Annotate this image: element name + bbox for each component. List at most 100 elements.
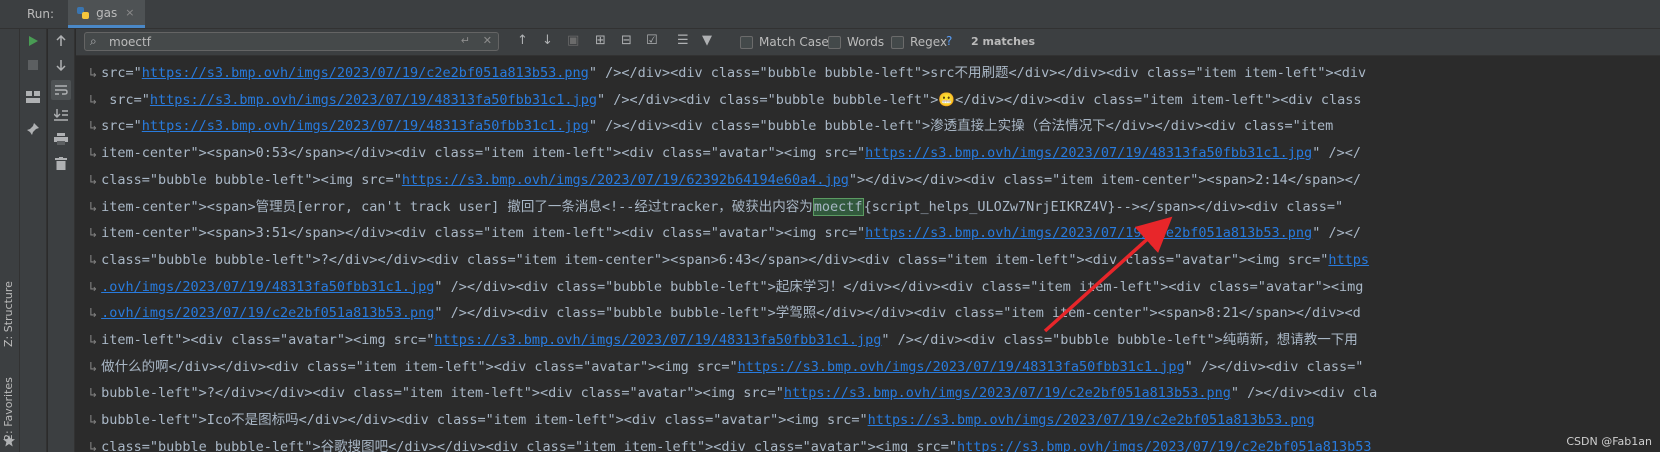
- soft-wrap-button[interactable]: [51, 80, 71, 100]
- url-link[interactable]: https://s3.bmp.ovh/imgs/2023/07/19/48313…: [865, 145, 1312, 161]
- print-button[interactable]: [51, 129, 71, 149]
- scroll-end-icon: [54, 109, 68, 121]
- url-link[interactable]: https://s3.bmp.ovh/imgs/2023/07/19/c2e2b…: [784, 385, 1231, 401]
- console-line: ↳ 做什么的啊</div></div><div class="item item-…: [89, 355, 1363, 380]
- code-text: item-center"><span>3:51</span></div><div…: [101, 225, 866, 242]
- url-link[interactable]: https://s3.bmp.ovh/imgs/2023/07/19/62392…: [402, 172, 849, 188]
- soft-wrap-marker-icon: ↳: [89, 91, 98, 108]
- run-toolbar: [20, 29, 47, 452]
- console-line: ↳ src="https://s3.bmp.ovh/imgs/2023/07/19…: [89, 61, 1366, 86]
- code-text: " /></div><div class="bubble bubble-left…: [588, 65, 1367, 81]
- soft-wrap-marker-icon: ↳: [89, 225, 98, 242]
- console-line: ↳ class="bubble bubble-left">?</div></div…: [89, 248, 1369, 273]
- code-text: " /></: [1312, 225, 1361, 242]
- tab-label: gas: [96, 5, 118, 20]
- remove-occurrence-icon[interactable]: ⊟: [621, 33, 632, 48]
- code-text: item-center"><span>0:53</span></div><div…: [101, 145, 866, 162]
- soft-wrap-marker-icon: ↳: [89, 438, 98, 452]
- pin-icon: [27, 123, 39, 135]
- url-link[interactable]: https://s3.bmp.ovh/imgs/2023/07/19/48313…: [738, 359, 1185, 375]
- layout-button[interactable]: [23, 87, 43, 107]
- console-toolbar: [48, 29, 75, 452]
- scroll-up-button[interactable]: [51, 31, 71, 51]
- url-link[interactable]: .ovh/imgs/2023/07/19/c2e2bf051a813b53.pn…: [101, 305, 434, 321]
- console-line: ↳ bubble-left">?</div></div><div class="i…: [89, 381, 1377, 406]
- play-icon: [29, 36, 38, 46]
- url-link[interactable]: https://s3.bmp.ovh/imgs/2023/07/19/c2e2b…: [865, 225, 1312, 241]
- close-tab-icon[interactable]: ×: [125, 6, 134, 19]
- url-link[interactable]: https://s3.bmp.ovh/imgs/2023/07/19/48313…: [150, 92, 597, 108]
- arrow-down-icon: [56, 60, 66, 71]
- console-line: ↳ class="bubble bubble-left"><img src="ht…: [89, 168, 1361, 193]
- code-text: item-left"><div class="avatar"><img src=…: [101, 332, 435, 348]
- console-line: ↳ src="https://s3.bmp.ovh/imgs/2023/07/19…: [89, 114, 1333, 139]
- url-link[interactable]: https: [1328, 252, 1369, 268]
- url-link[interactable]: .ovh/imgs/2023/07/19/48313fa50fbb31c1.jp…: [101, 279, 434, 295]
- match-case-checkbox[interactable]: Match Case: [740, 35, 829, 49]
- code-text: bubble-left">Ico不是图标吗</div></div><div cl…: [101, 412, 868, 429]
- regex-box: [891, 35, 904, 49]
- add-occurrence-icon[interactable]: ⊞: [595, 33, 606, 48]
- code-text: " /></: [1312, 145, 1361, 162]
- code-text: class="bubble bubble-left">谷歌搜图吧</div></…: [101, 438, 958, 452]
- tab-gas[interactable]: gas ×: [68, 0, 145, 28]
- filter-lines-icon[interactable]: ☰: [677, 33, 689, 48]
- pin-button[interactable]: [23, 119, 43, 139]
- match-count: 2 matches: [971, 35, 1035, 48]
- words-box: [828, 35, 841, 49]
- run-tab-bar: Run: gas ×: [0, 0, 1660, 29]
- stop-icon: [28, 60, 38, 70]
- next-occurrence-icon[interactable]: ↓: [542, 33, 553, 48]
- code-text: item-center"><span>管理员[error, can't trac…: [101, 198, 813, 215]
- select-all-matches-icon[interactable]: ☑: [646, 33, 658, 48]
- scroll-down-button[interactable]: [51, 55, 71, 75]
- soft-wrap-marker-icon: ↳: [89, 385, 98, 402]
- code-text: {script_helps_ULOZw7NrjEIKRZ4V}--></span…: [863, 198, 1344, 215]
- search-input[interactable]: [109, 34, 449, 49]
- trash-icon: [55, 156, 67, 170]
- code-text: class="bubble bubble-left"><img src=": [101, 171, 402, 188]
- soft-wrap-marker-icon: ↳: [89, 305, 98, 322]
- code-text: " /></div><div class="bubble bubble-left…: [588, 118, 1334, 135]
- search-box: ⌕ ↵ ✕: [84, 32, 499, 51]
- console-output[interactable]: ↳ src="https://s3.bmp.ovh/imgs/2023/07/19…: [76, 56, 1660, 452]
- filter-icon[interactable]: ▼: [702, 33, 712, 48]
- regex-label: Regex: [910, 35, 948, 49]
- regex-help-link[interactable]: ?: [946, 34, 952, 48]
- url-link[interactable]: https://s3.bmp.ovh/imgs/2023/07/19/c2e2b…: [142, 65, 589, 81]
- code-text: src=": [101, 65, 142, 81]
- structure-tool-label[interactable]: Z: Structure: [2, 281, 15, 347]
- run-button[interactable]: [23, 31, 43, 51]
- url-link[interactable]: https://s3.bmp.ovh/imgs/2023/07/19/c2e2b…: [957, 439, 1372, 452]
- words-checkbox[interactable]: Words: [828, 35, 884, 49]
- clear-all-button[interactable]: [51, 153, 71, 173]
- code-text: " /></div><div class="bubble bubble-left…: [596, 91, 1362, 108]
- select-all-occurrences-icon[interactable]: ▣: [567, 33, 579, 48]
- url-link[interactable]: https://s3.bmp.ovh/imgs/2023/07/19/48313…: [142, 118, 589, 134]
- soft-wrap-marker-icon: ↳: [89, 145, 98, 162]
- previous-occurrence-icon[interactable]: ↑: [517, 33, 528, 48]
- stop-button[interactable]: [23, 55, 43, 75]
- search-icon[interactable]: ⌕: [90, 34, 97, 49]
- regex-checkbox[interactable]: Regex: [891, 35, 947, 49]
- search-match-highlight: moectf: [812, 197, 864, 216]
- python-icon: [76, 6, 90, 20]
- code-text: " /></div><div class=": [1184, 358, 1364, 375]
- scroll-to-end-button[interactable]: [51, 105, 71, 125]
- code-text: class="bubble bubble-left">?</div></div>…: [101, 251, 1329, 268]
- code-text: " /></div><div class="bubble bubble-left…: [434, 278, 1364, 295]
- soft-wrap-marker-icon: ↳: [89, 118, 98, 135]
- clear-search-icon[interactable]: ✕: [483, 34, 492, 47]
- soft-wrap-marker-icon: ↳: [89, 251, 98, 268]
- soft-wrap-marker-icon: ↳: [89, 198, 98, 215]
- star-icon: [3, 435, 15, 447]
- soft-wrap-marker-icon: ↳: [89, 65, 98, 81]
- url-link[interactable]: https://s3.bmp.ovh/imgs/2023/07/19/48313…: [434, 332, 881, 348]
- url-link[interactable]: https://s3.bmp.ovh/imgs/2023/07/19/c2e2b…: [868, 412, 1315, 428]
- console-line: ↳ bubble-left">Ico不是图标吗</div></div><div c…: [89, 408, 1315, 433]
- favorites-tool-label[interactable]: 2: Favorites: [2, 377, 15, 441]
- newline-icon[interactable]: ↵: [461, 34, 470, 47]
- console-line: ↳ item-center"><span>3:51</span></div><di…: [89, 221, 1361, 246]
- left-tool-strip: Z: Structure 2: Favorites: [0, 29, 20, 452]
- run-label: Run:: [27, 7, 55, 21]
